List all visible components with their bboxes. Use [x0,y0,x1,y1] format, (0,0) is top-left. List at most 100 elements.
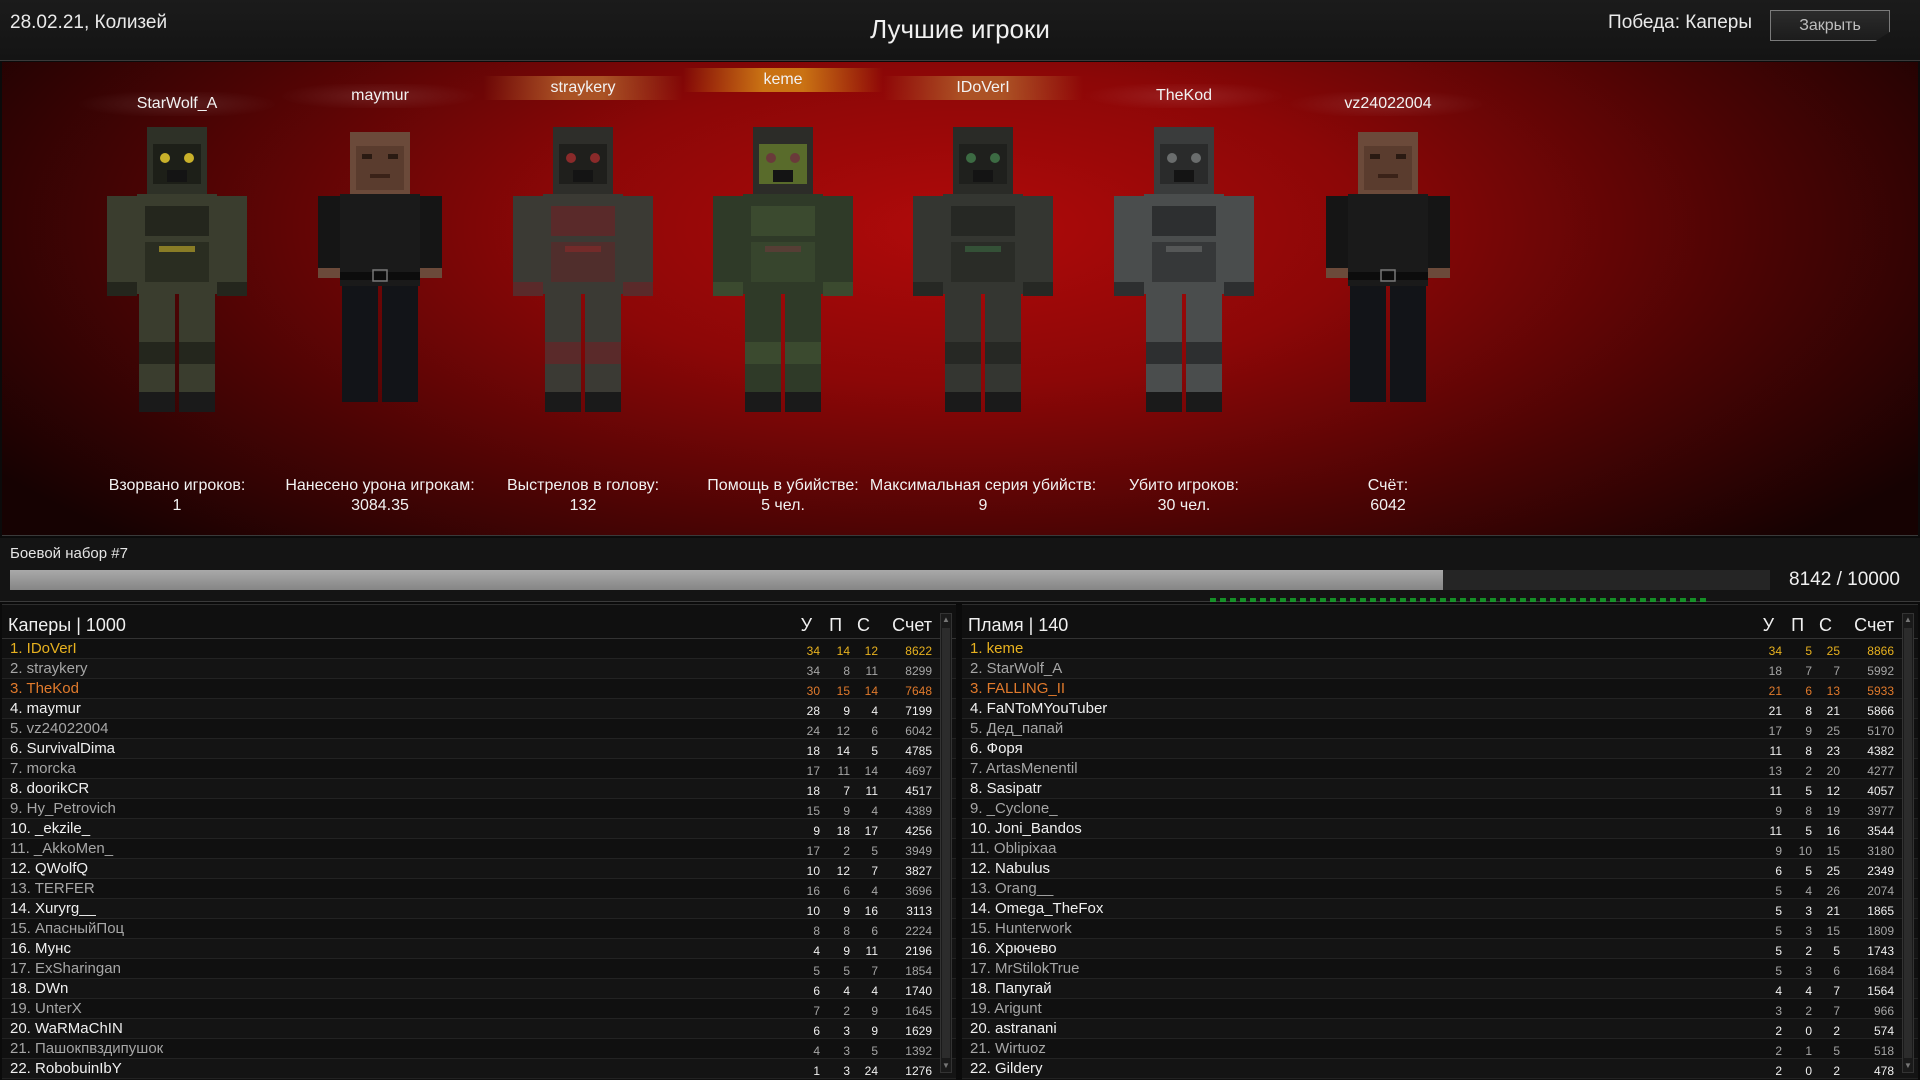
col-score-header[interactable]: Счет [872,615,932,636]
table-row[interactable]: 8. doorikCR 18 7 11 4517 [2,779,956,799]
close-button[interactable]: Закрыть [1770,10,1890,41]
table-row[interactable]: 4. FaNToMYouTuber 21 8 21 5866 [962,699,1918,719]
table-row[interactable]: 1. keme 34 5 25 8866 [962,639,1918,659]
table-row[interactable]: 14. Xuryrg__ 10 9 16 3113 [2,899,956,919]
table-row[interactable]: 22. RobobuinIbY 1 3 24 1276 [2,1059,956,1079]
table-row[interactable]: 9. Hy_Petrovich 15 9 4 4389 [2,799,956,819]
player-assists: 21 [1826,904,1840,918]
scroll-down-arrow-icon[interactable]: ▼ [942,1061,950,1071]
table-row[interactable]: 2. straykery 34 8 11 8299 [2,659,956,679]
podium-player[interactable]: vz24022004 Счёт: 6042 [1278,62,1498,536]
scroll-down-arrow-icon[interactable]: ▼ [1904,1061,1912,1071]
player-assists: 4 [871,804,878,818]
table-row[interactable]: 10. _ekzile_ 9 18 17 4256 [2,819,956,839]
table-row[interactable]: 15. АпасныйПоц 8 8 6 2224 [2,919,956,939]
table-row[interactable]: 19. Arigunt 3 2 7 966 [962,999,1918,1019]
table-row[interactable]: 9. _Cyclone_ 9 8 19 3977 [962,799,1918,819]
podium-player[interactable]: TheKod Убито игроков: 30 чел. [1074,62,1294,536]
scrollbar-thumb[interactable] [1904,628,1912,1058]
player-deaths: 5 [1805,784,1812,798]
table-row[interactable]: 12. QWolfQ 10 12 7 3827 [2,859,956,879]
table-row[interactable]: 19. UnterX 7 2 9 1645 [2,999,956,1019]
player-deaths: 2 [1805,944,1812,958]
col-kills-header[interactable]: У [782,615,812,636]
table-row[interactable]: 7. ArtasMenentil 13 2 20 4277 [962,759,1918,779]
table-row[interactable]: 5. vz24022004 24 12 6 6042 [2,719,956,739]
table-row[interactable]: 11. Oblipixaa 9 10 15 3180 [962,839,1918,859]
table-row[interactable]: 21. Wirtuoz 2 1 5 518 [962,1039,1918,1059]
table-row[interactable]: 6. Форя 11 8 23 4382 [962,739,1918,759]
podium-player[interactable]: StarWolf_A Взорвано игроков: 1 [67,62,287,536]
table-row[interactable]: 10. Joni_Bandos 11 5 16 3544 [962,819,1918,839]
player-name: 5. vz24022004 [10,720,109,737]
table-row[interactable]: 3. TheKod 30 15 14 7648 [2,679,956,699]
team-list-scrollbar[interactable]: ▲ ▼ [940,613,952,1073]
player-assists: 4 [871,984,878,998]
col-assists-header[interactable]: С [1802,615,1832,636]
player-deaths: 2 [1805,764,1812,778]
player-deaths: 5 [843,964,850,978]
table-row[interactable]: 13. TERFER 16 6 4 3696 [2,879,956,899]
decorative-glow-line [1210,598,1710,602]
player-kills: 9 [813,824,820,838]
team-list-scrollbar[interactable]: ▲ ▼ [1902,613,1914,1073]
table-row[interactable]: 4. maymur 28 9 4 7199 [2,699,956,719]
table-row[interactable]: 6. SurvivalDima 18 14 5 4785 [2,739,956,759]
scrollbar-thumb[interactable] [942,628,950,1058]
player-deaths: 0 [1805,1024,1812,1038]
col-deaths-header[interactable]: П [1774,615,1804,636]
podium-player-name: TheKod [1084,84,1284,108]
player-score: 3977 [1867,804,1894,818]
col-deaths-header[interactable]: П [812,615,842,636]
table-row[interactable]: 16. Хрючево 5 2 5 1743 [962,939,1918,959]
table-row[interactable]: 17. MrStilokTrue 5 3 6 1684 [962,959,1918,979]
col-kills-header[interactable]: У [1744,615,1774,636]
table-row[interactable]: 18. DWn 6 4 4 1740 [2,979,956,999]
player-score: 3949 [905,844,932,858]
podium-stat-label: Счёт: [1367,477,1409,494]
table-row[interactable]: 20. WaRMaChIN 6 3 9 1629 [2,1019,956,1039]
player-kills: 5 [1775,964,1782,978]
player-score: 1276 [905,1064,932,1078]
player-assists: 7 [871,964,878,978]
player-score: 4517 [905,784,932,798]
player-score: 4057 [1867,784,1894,798]
player-assists: 9 [871,1024,878,1038]
table-row[interactable]: 3. FALLING_II 21 6 13 5933 [962,679,1918,699]
table-row[interactable]: 12. Nabulus 6 5 25 2349 [962,859,1918,879]
table-row[interactable]: 13. Orang__ 5 4 26 2074 [962,879,1918,899]
table-row[interactable]: 18. Пaпугай 4 4 7 1564 [962,979,1918,999]
player-name: 22. RobobuinIbY [10,1060,122,1077]
table-row[interactable]: 5. Дед_папай 17 9 25 5170 [962,719,1918,739]
player-name: 22. Gildery [970,1060,1043,1077]
table-row[interactable]: 1. IDoVerI 34 14 12 8622 [2,639,956,659]
player-deaths: 9 [843,904,850,918]
table-row[interactable]: 20. astranani 2 0 2 574 [962,1019,1918,1039]
table-row[interactable]: 11. _AkkoMen_ 17 2 5 3949 [2,839,956,859]
table-row[interactable]: 2. StarWolf_A 18 7 7 5992 [962,659,1918,679]
table-row[interactable]: 15. Hunterwork 5 3 15 1809 [962,919,1918,939]
team-panel-kapery: Каперы | 1000 У П С Счет 1. IDoVerI 34 1… [2,604,956,1080]
table-row[interactable]: 21. Пашокпвздипушок 4 3 5 1392 [2,1039,956,1059]
col-assists-header[interactable]: С [840,615,870,636]
player-score: 5170 [1867,724,1894,738]
table-row[interactable]: 16. Мунс 4 9 11 2196 [2,939,956,959]
player-name: 17. MrStilokTrue [970,960,1080,977]
player-deaths: 12 [836,864,850,878]
podium-player[interactable]: IDoVerI Максимальная серия убийств: 9 [870,62,1096,536]
table-row[interactable]: 22. Gildery 2 0 2 478 [962,1059,1918,1079]
podium-player[interactable]: straykery Выстрелов в голову: 132 [473,62,693,536]
podium-player[interactable]: maymur Нанесено урона игрокам: 3084.35 [270,62,490,536]
table-row[interactable]: 14. Omega_TheFox 5 3 21 1865 [962,899,1918,919]
scroll-up-arrow-icon[interactable]: ▲ [1904,615,1912,625]
player-name: 3. FALLING_II [970,680,1066,697]
scroll-up-arrow-icon[interactable]: ▲ [942,615,950,625]
table-row[interactable]: 8. Sasipatr 11 5 12 4057 [962,779,1918,799]
player-assists: 13 [1826,684,1840,698]
player-score: 2074 [1867,884,1894,898]
table-row[interactable]: 7. morcka 17 11 14 4697 [2,759,956,779]
table-row[interactable]: 17. ExSharingan 5 5 7 1854 [2,959,956,979]
col-score-header[interactable]: Счет [1834,615,1894,636]
player-assists: 12 [1826,784,1840,798]
podium-player[interactable]: keme Помощь в убийстве: 5 чел. [673,62,893,536]
